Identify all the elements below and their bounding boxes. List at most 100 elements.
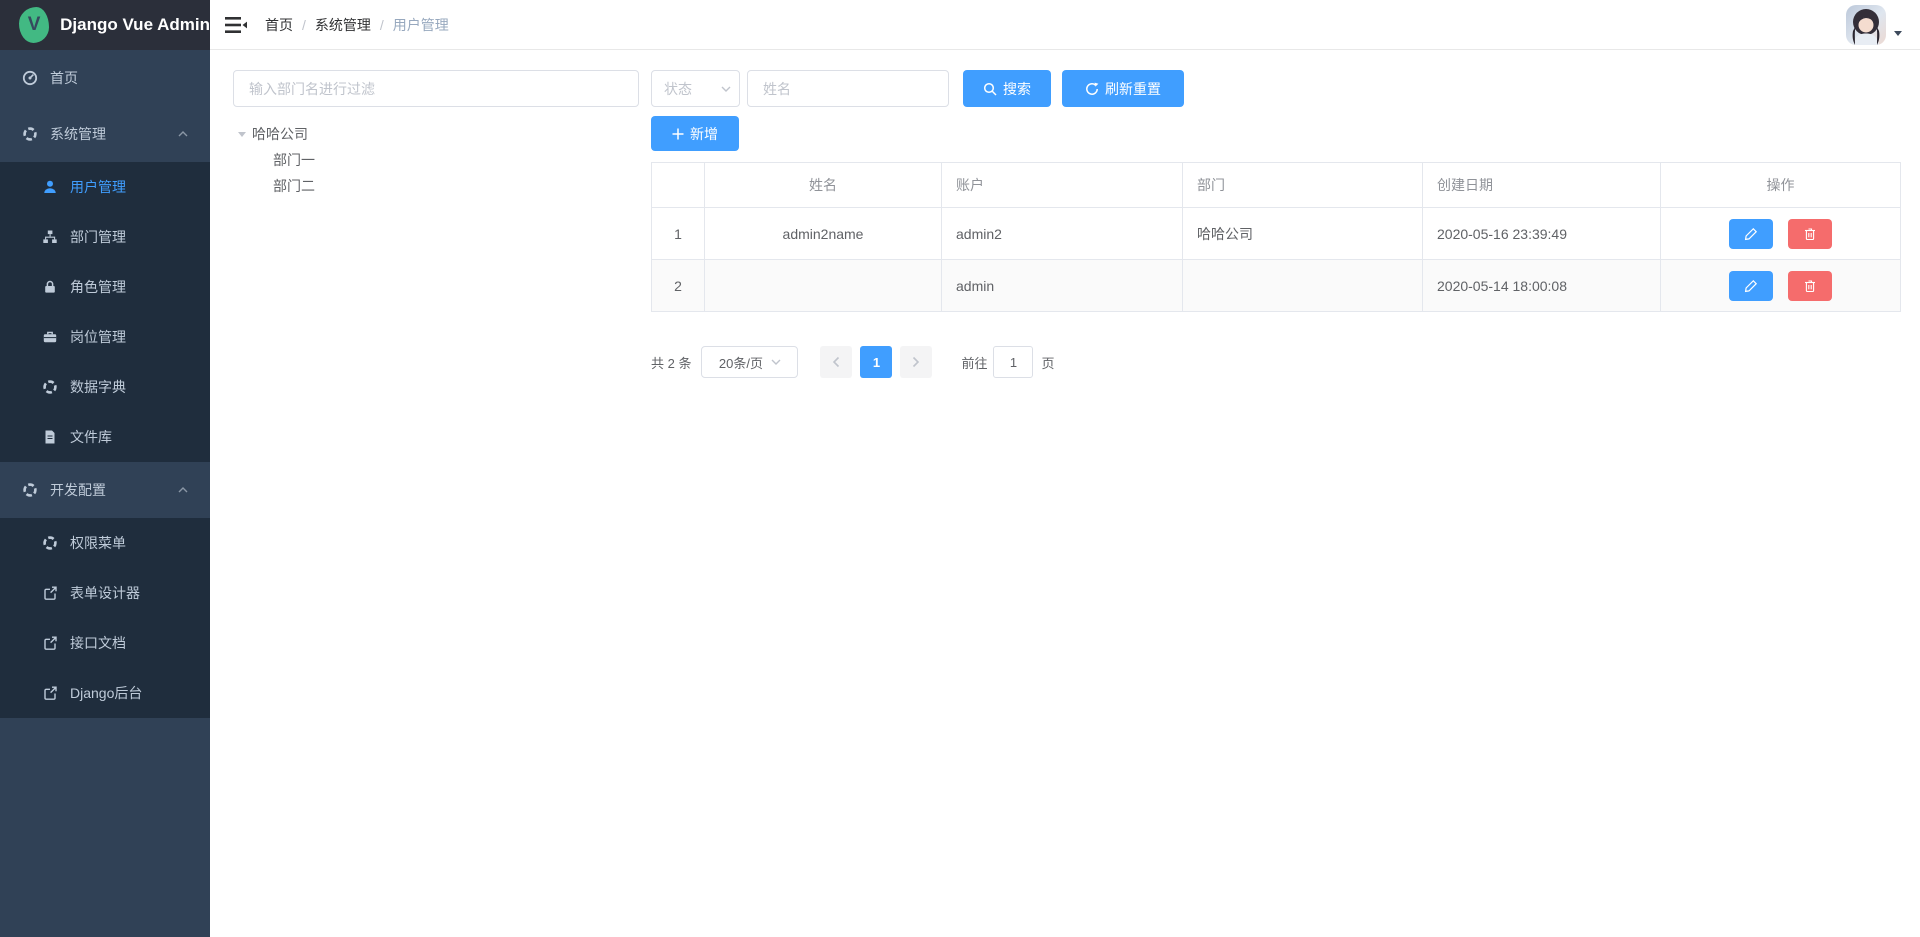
trash-icon [1803, 227, 1817, 241]
user-menu[interactable] [1846, 5, 1902, 45]
content: 哈哈公司 部门一 部门二 状态 [210, 50, 1920, 937]
current-page[interactable]: 1 [860, 346, 892, 378]
sidebar-item-label: 系统管理 [50, 124, 106, 144]
add-button[interactable]: 新增 [651, 116, 739, 151]
sidebar-item-users[interactable]: 用户管理 [0, 162, 210, 212]
sidebar-item-api-docs[interactable]: 接口文档 [0, 618, 210, 668]
sidebar-item-label: 接口文档 [70, 633, 126, 653]
page-size-select[interactable]: 20条/页 [701, 346, 798, 378]
delete-button[interactable] [1788, 219, 1832, 249]
sidebar-item-roles[interactable]: 角色管理 [0, 262, 210, 312]
document-icon [42, 429, 58, 445]
table-header-row: 姓名 账户 部门 创建日期 操作 [652, 163, 1901, 208]
sidebar-item-dictionary[interactable]: 数据字典 [0, 362, 210, 412]
table-row: 1 admin2name admin2 哈哈公司 2020-05-16 23:3… [652, 208, 1901, 260]
main-area: 首页 / 系统管理 / 用户管理 [210, 0, 1920, 937]
sidebar-item-posts[interactable]: 岗位管理 [0, 312, 210, 362]
cell-index: 1 [652, 208, 705, 260]
sidebar-item-label: 用户管理 [70, 177, 126, 197]
caret-down-icon[interactable] [238, 132, 246, 137]
tree-node-child[interactable]: 部门一 [233, 147, 639, 173]
breadcrumb-home[interactable]: 首页 [265, 15, 293, 35]
chevron-up-icon [178, 131, 188, 137]
sidebar-item-system[interactable]: 系统管理 [0, 106, 210, 162]
component-icon [42, 379, 58, 395]
edit-button[interactable] [1729, 219, 1773, 249]
avatar-portrait [1846, 5, 1886, 45]
breadcrumb-separator: / [302, 17, 306, 33]
sidebar-item-label: 岗位管理 [70, 327, 126, 347]
topbar: 首页 / 系统管理 / 用户管理 [210, 0, 1920, 50]
page-unit-label: 页 [1041, 353, 1054, 372]
search-button[interactable]: 搜索 [963, 70, 1051, 107]
refresh-reset-button-label: 刷新重置 [1105, 79, 1161, 99]
chevron-down-icon [721, 86, 731, 92]
header-created: 创建日期 [1423, 163, 1661, 208]
sidebar-item-permission-menu[interactable]: 权限菜单 [0, 518, 210, 568]
sidebar-item-form-designer[interactable]: 表单设计器 [0, 568, 210, 618]
refresh-reset-button[interactable]: 刷新重置 [1062, 70, 1184, 107]
pagination-total: 共 2 条 [651, 353, 691, 372]
sidebar: V Django Vue Admin 首页 系统管理 [0, 0, 210, 937]
header-name: 姓名 [705, 163, 942, 208]
sidebar-item-departments[interactable]: 部门管理 [0, 212, 210, 262]
cell-created: 2020-05-14 18:00:08 [1423, 260, 1661, 312]
sidebar-item-label: 首页 [50, 68, 78, 88]
component-icon [42, 535, 58, 551]
status-select[interactable]: 状态 [651, 70, 740, 107]
cell-account: admin2 [942, 208, 1183, 260]
cell-department [1183, 260, 1423, 312]
tree-node-label: 哈哈公司 [252, 124, 308, 144]
prev-page-button[interactable] [820, 346, 852, 378]
chevron-left-icon [832, 356, 840, 368]
tree-node-child[interactable]: 部门二 [233, 173, 639, 199]
cell-name: admin2name [705, 208, 942, 260]
cell-department: 哈哈公司 [1183, 208, 1423, 260]
delete-button[interactable] [1788, 271, 1832, 301]
breadcrumb-system[interactable]: 系统管理 [315, 15, 371, 35]
header-account: 账户 [942, 163, 1183, 208]
next-page-button[interactable] [900, 346, 932, 378]
goto-page-input[interactable] [993, 346, 1033, 378]
external-link-icon [42, 635, 58, 651]
pagination: 共 2 条 20条/页 1 [651, 346, 1899, 378]
page-size-value: 20条/页 [719, 353, 763, 372]
plus-icon [672, 128, 684, 140]
tree-node-root[interactable]: 哈哈公司 [233, 121, 639, 147]
trash-icon [1803, 279, 1817, 293]
sidebar-collapse-icon[interactable] [225, 16, 247, 34]
sidebar-item-files[interactable]: 文件库 [0, 412, 210, 462]
tree-node-label: 部门一 [273, 150, 315, 170]
vue-logo-icon: V [19, 7, 49, 43]
filter-row: 状态 搜索 [651, 70, 1899, 107]
sidebar-item-devconfig[interactable]: 开发配置 [0, 462, 210, 518]
sidebar-item-label: 数据字典 [70, 377, 126, 397]
header-index [652, 163, 705, 208]
breadcrumb: 首页 / 系统管理 / 用户管理 [265, 15, 449, 35]
sidebar-item-label: 角色管理 [70, 277, 126, 297]
search-button-label: 搜索 [1003, 79, 1031, 99]
chevron-right-icon [912, 356, 920, 368]
header-department: 部门 [1183, 163, 1423, 208]
department-tree: 哈哈公司 部门一 部门二 [233, 121, 639, 199]
app-title: Django Vue Admin [60, 15, 210, 35]
sidebar-item-django-admin[interactable]: Django后台 [0, 668, 210, 718]
refresh-icon [1085, 82, 1099, 96]
edit-button[interactable] [1729, 271, 1773, 301]
add-button-label: 新增 [690, 124, 718, 144]
caret-down-icon [1894, 31, 1902, 36]
sidebar-item-home[interactable]: 首页 [0, 50, 210, 106]
chevron-down-icon [771, 359, 781, 365]
avatar[interactable] [1846, 5, 1886, 45]
sidebar-item-label: 表单设计器 [70, 583, 140, 603]
cell-index: 2 [652, 260, 705, 312]
status-select-placeholder: 状态 [664, 79, 692, 99]
header-actions: 操作 [1661, 163, 1901, 208]
cell-created: 2020-05-16 23:39:49 [1423, 208, 1661, 260]
sidebar-item-label: Django后台 [70, 683, 142, 703]
department-filter-input[interactable] [233, 70, 639, 107]
name-filter-input[interactable] [747, 70, 949, 107]
component-icon [22, 482, 38, 498]
breadcrumb-separator: / [380, 17, 384, 33]
sidebar-item-label: 开发配置 [50, 480, 106, 500]
